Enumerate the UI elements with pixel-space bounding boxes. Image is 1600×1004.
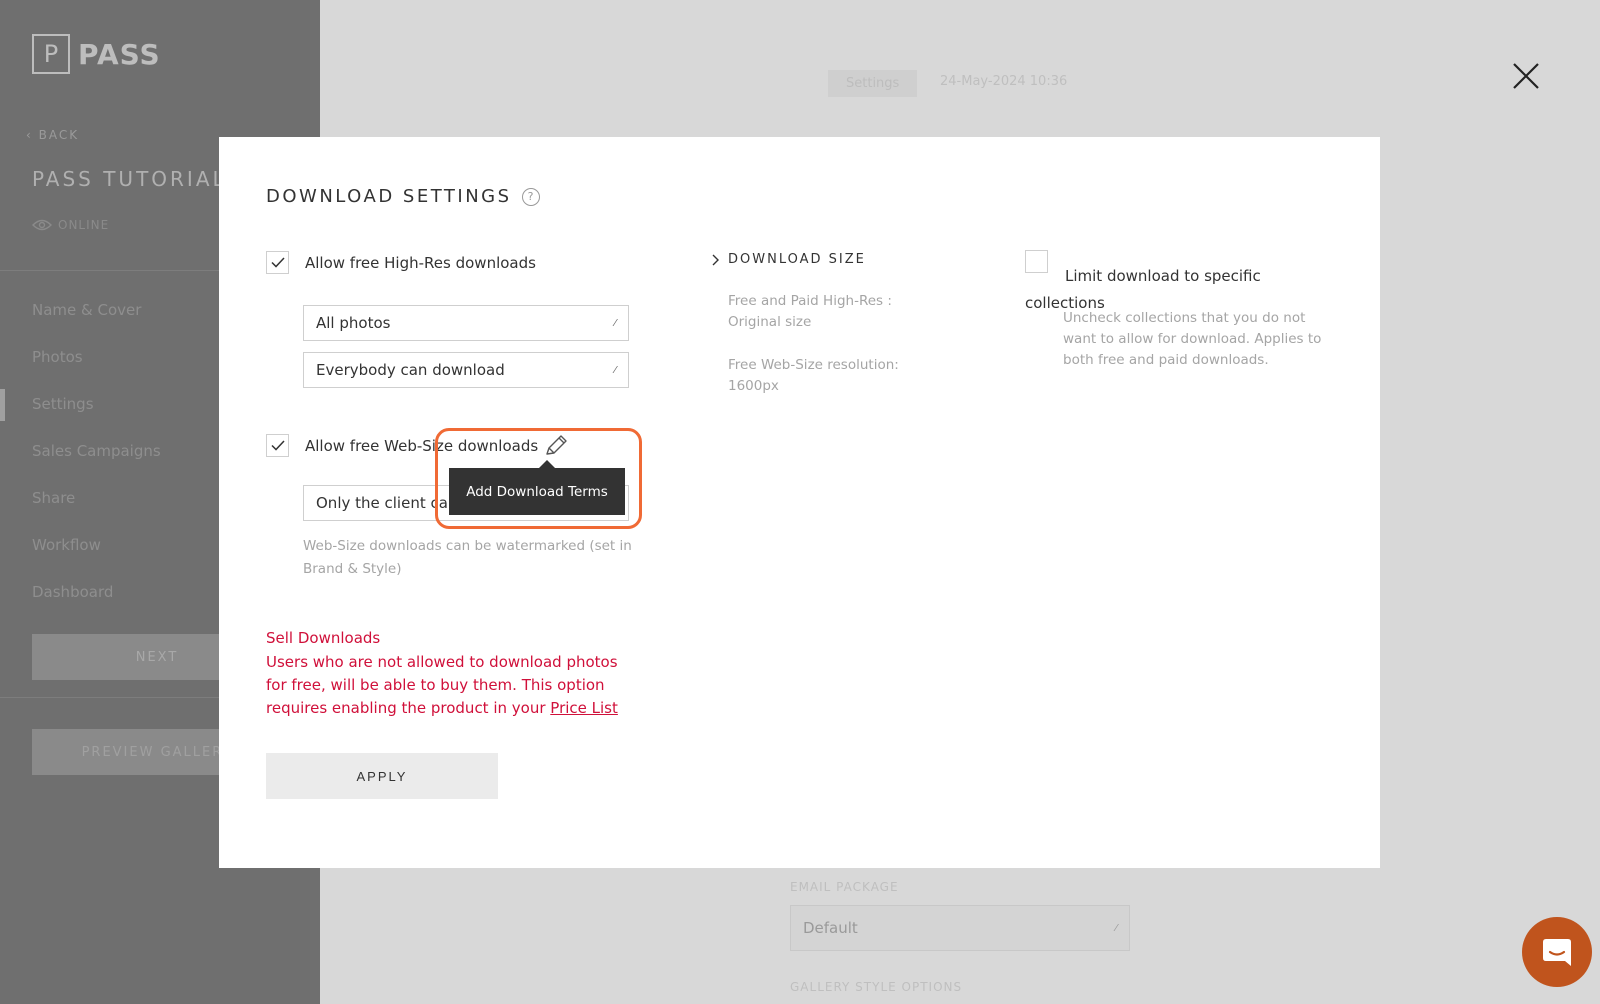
sidebar-item-sales-campaigns[interactable]: Sales Campaigns (32, 439, 161, 486)
status-indicator: ONLINE (32, 218, 109, 232)
back-link[interactable]: ‹ BACK (26, 128, 79, 142)
chevron-right-icon (712, 254, 719, 265)
photos-select-value: All photos (316, 314, 391, 332)
modal-title-text: DOWNLOAD SETTINGS (266, 186, 512, 207)
limit-collections-text: Limit download to specific collections (1025, 267, 1261, 312)
high-res-size-label: Free and Paid High-Res : (728, 293, 892, 309)
sidebar-item-dashboard[interactable]: Dashboard (32, 580, 161, 627)
download-size-heading: DOWNLOAD SIZE (728, 252, 866, 267)
email-package-label: EMAIL PACKAGE (790, 880, 899, 894)
logo-text: PASS (78, 37, 161, 71)
email-package-value: Default (803, 919, 858, 937)
photos-select[interactable]: All photos ⁄ (303, 305, 629, 341)
status-label: ONLINE (58, 218, 110, 232)
high-res-option: Allow free High-Res downloads (266, 251, 536, 274)
close-icon[interactable] (1510, 60, 1542, 92)
date-label: 24-May-2024 10:36 (940, 74, 1068, 89)
chevron-down-icon: ⁄ (1115, 922, 1117, 934)
high-res-size-value: Original size (728, 314, 812, 330)
download-size-toggle[interactable]: DOWNLOAD SIZE (712, 252, 866, 267)
high-res-checkbox[interactable] (266, 251, 289, 274)
high-res-size-info: Free and Paid High-Res : Original size (728, 291, 892, 333)
price-list-link[interactable]: Price List (550, 699, 618, 717)
sidebar-nav: Name & Cover Photos Settings Sales Campa… (32, 298, 161, 627)
tab-settings[interactable]: Settings (828, 70, 918, 97)
sidebar-item-name-cover[interactable]: Name & Cover (32, 298, 161, 345)
chat-button[interactable] (1522, 917, 1592, 987)
back-label: BACK (38, 128, 80, 142)
download-settings-modal: DOWNLOAD SETTINGS ? Allow free High-Res … (219, 137, 1380, 868)
modal-title: DOWNLOAD SETTINGS ? (266, 186, 540, 207)
gallery-style-label: GALLERY STYLE OPTIONS (790, 980, 963, 994)
help-icon[interactable]: ? (521, 187, 540, 206)
active-nav-marker (0, 389, 5, 421)
gallery-title: PASS TUTORIALS (32, 167, 243, 191)
limit-collections-hint: Uncheck collections that you do not want… (1063, 310, 1322, 368)
check-icon (270, 257, 285, 268)
logo: P PASS (32, 34, 161, 74)
check-icon (270, 440, 285, 451)
high-res-label: Allow free High-Res downloads (305, 253, 536, 272)
web-size-resolution-value: 1600px (728, 378, 779, 394)
high-res-permission-value: Everybody can download (316, 361, 505, 379)
email-package-select[interactable]: Default ⁄ (790, 905, 1130, 951)
apply-button[interactable]: APPLY (266, 753, 498, 799)
highlight-box (435, 428, 642, 529)
sell-downloads-title: Sell Downloads (266, 629, 381, 647)
chat-icon (1543, 939, 1571, 966)
sidebar-item-photos[interactable]: Photos (32, 345, 161, 392)
high-res-permission-select[interactable]: Everybody can download ⁄ (303, 352, 629, 388)
sell-downloads-text: Users who are not allowed to download ph… (266, 651, 626, 720)
chevron-left-icon: ‹ (26, 128, 39, 142)
chevron-down-icon: ⁄ (614, 364, 616, 376)
eye-icon (32, 219, 52, 231)
web-size-info: Free Web-Size resolution: 1600px (728, 355, 899, 397)
sidebar-item-share[interactable]: Share (32, 486, 161, 533)
sidebar-item-settings[interactable]: Settings (32, 392, 161, 439)
web-size-hint: Web-Size downloads can be watermarked (s… (303, 538, 632, 577)
logo-mark: P (32, 34, 70, 74)
web-size-resolution-label: Free Web-Size resolution: (728, 357, 899, 373)
web-size-checkbox[interactable] (266, 434, 289, 457)
chevron-down-icon: ⁄ (614, 317, 616, 329)
sidebar-item-workflow[interactable]: Workflow (32, 533, 161, 580)
